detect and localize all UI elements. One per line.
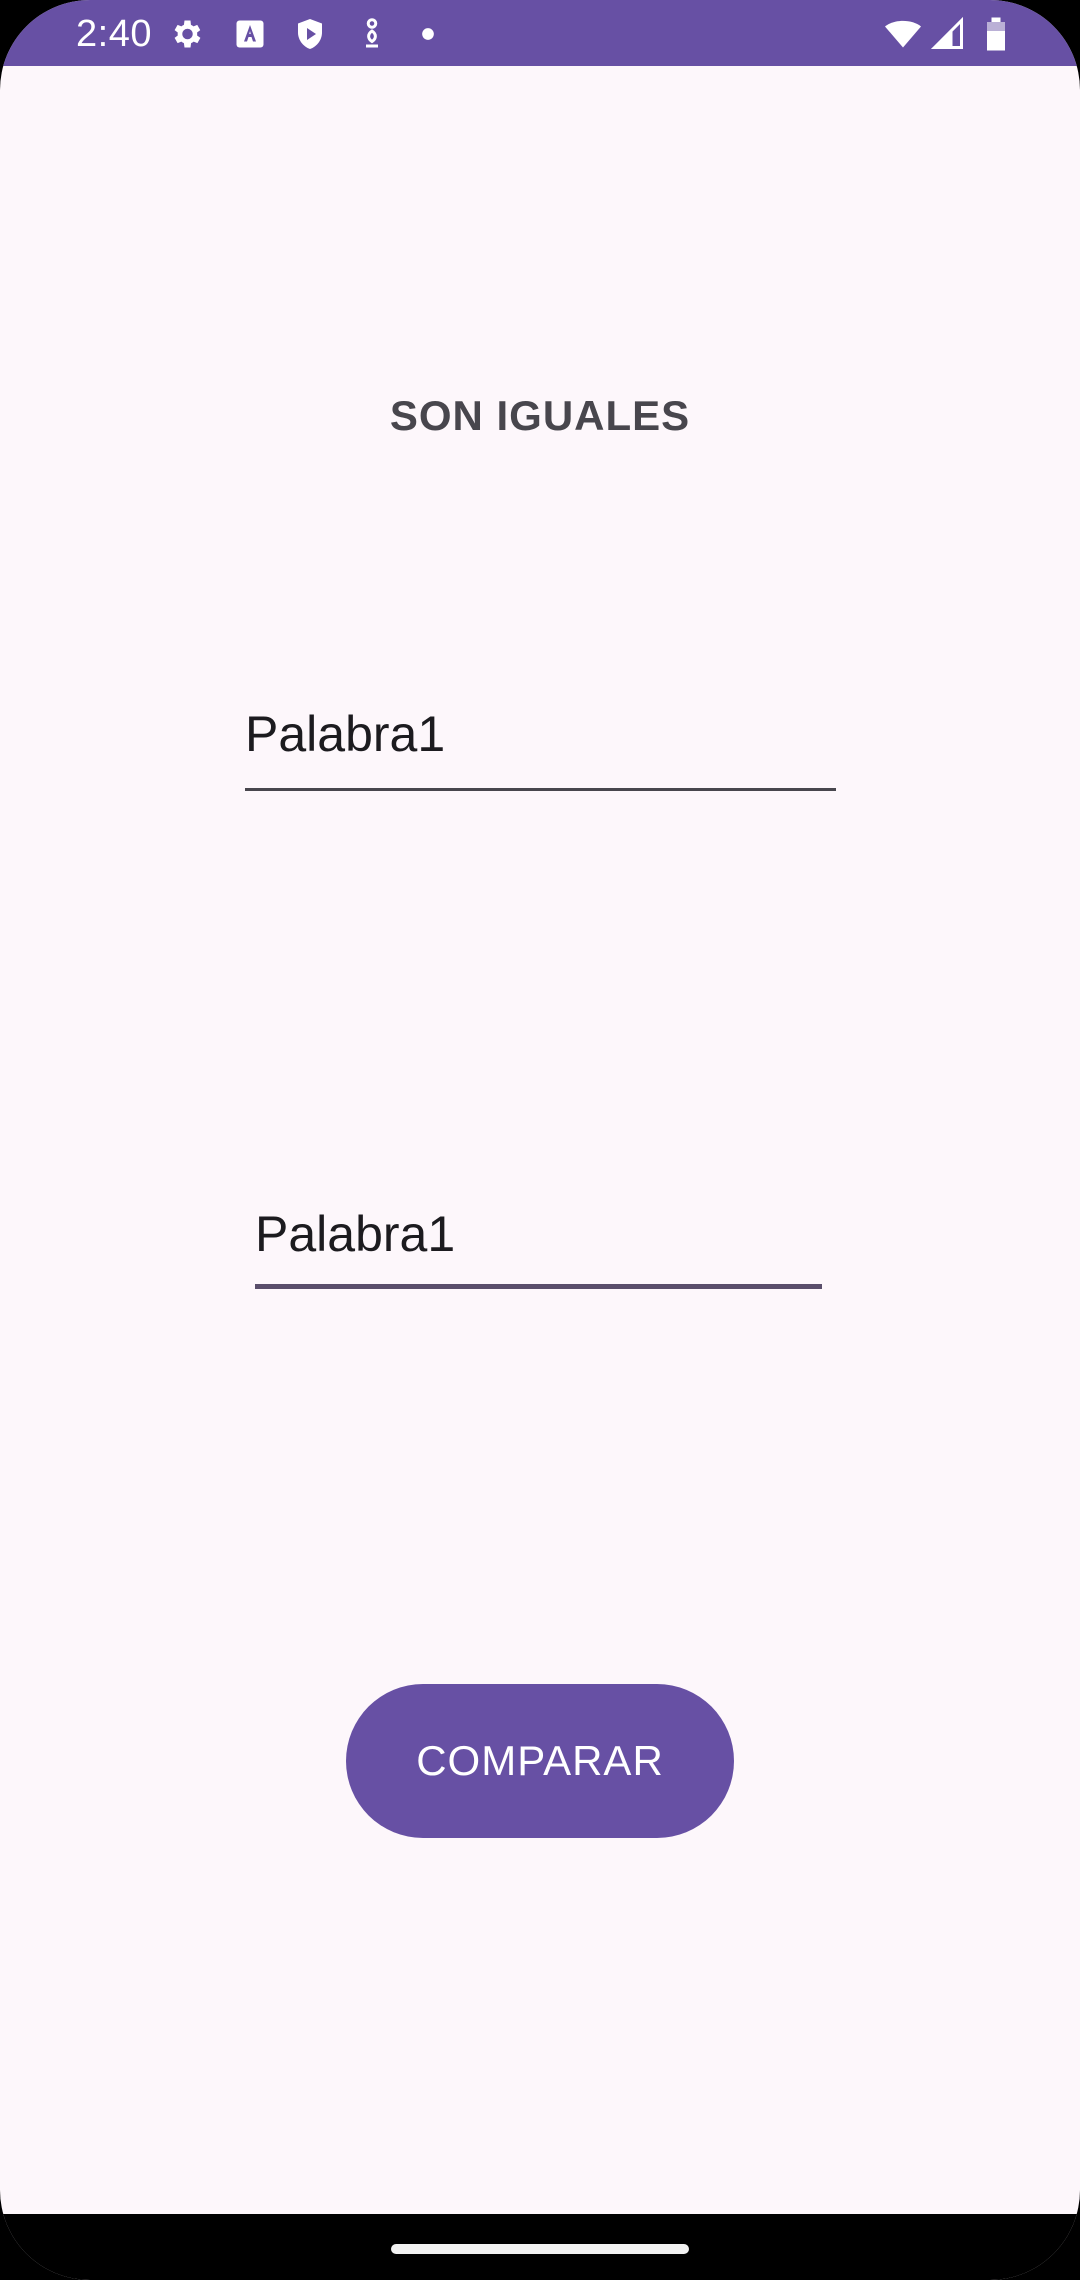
gear-icon <box>168 16 204 52</box>
word1-field[interactable] <box>245 680 836 791</box>
result-label: SON IGUALES <box>389 392 691 439</box>
dot-icon <box>414 16 442 52</box>
status-bar: 2:40 <box>0 0 1080 66</box>
phone-screen: 2:40 SON IGUALES COMPARAR <box>0 0 1080 2280</box>
font-a-icon <box>232 16 268 52</box>
status-time: 2:40 <box>76 13 152 55</box>
accessibility-icon <box>354 16 390 52</box>
cell-signal-icon <box>930 16 966 52</box>
wifi-icon <box>882 16 924 52</box>
navigation-bar <box>0 2214 1080 2280</box>
shield-play-icon <box>292 16 328 52</box>
battery-icon <box>982 16 1010 52</box>
compare-button[interactable]: COMPARAR <box>346 1684 734 1838</box>
home-handle[interactable] <box>391 2244 689 2254</box>
word2-field[interactable] <box>255 1184 822 1289</box>
